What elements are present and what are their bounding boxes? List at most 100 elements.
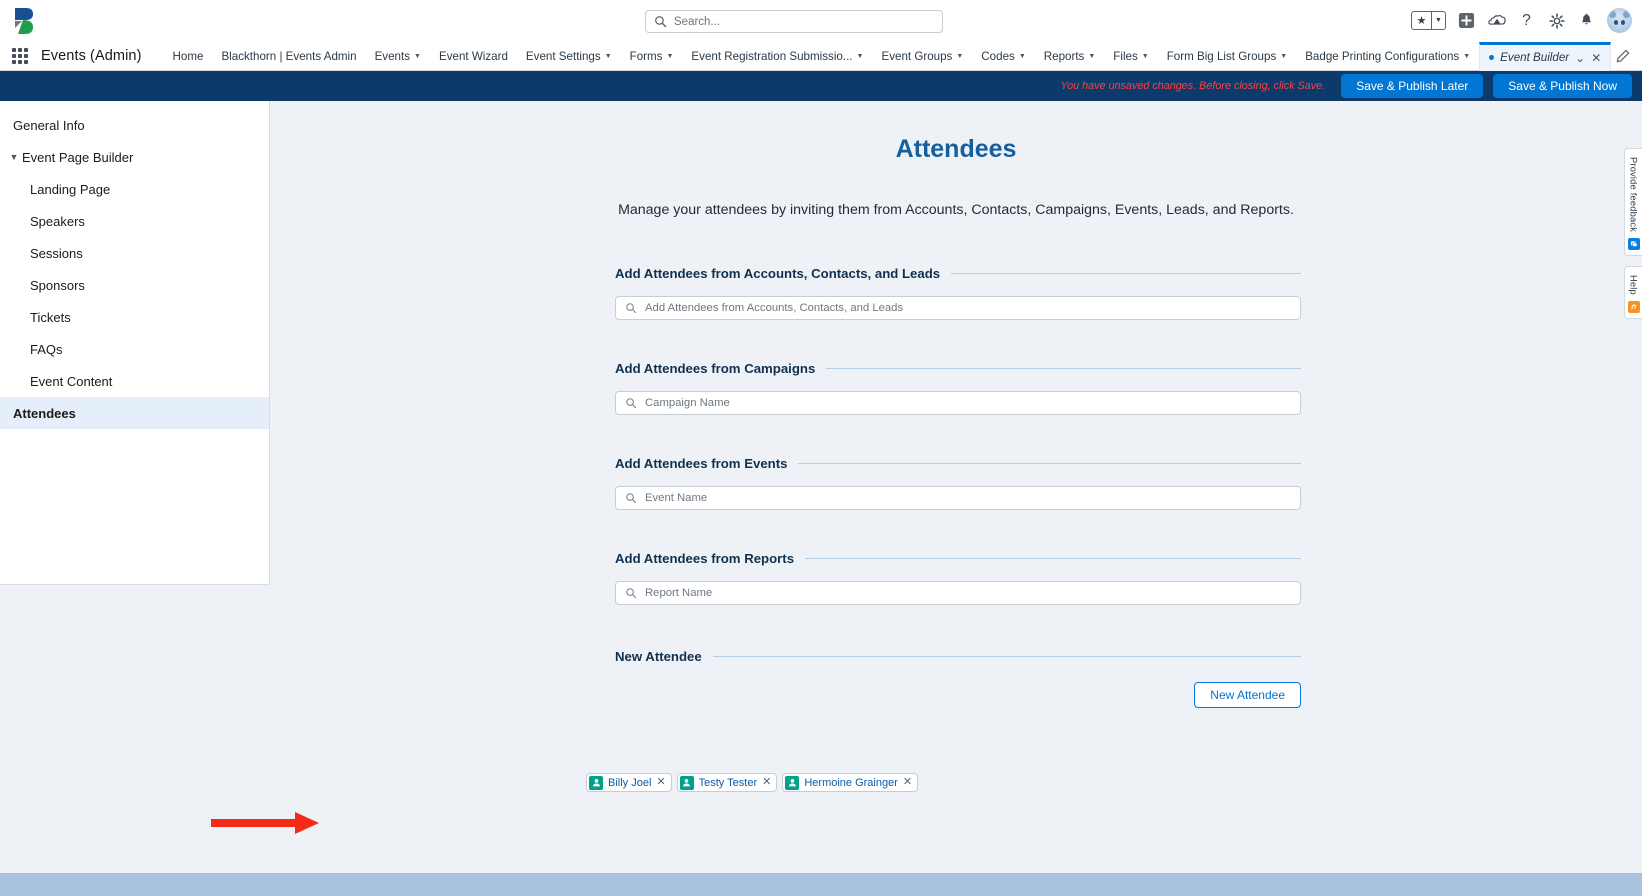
event-lookup-input[interactable]: Event Name [615, 486, 1301, 510]
nav-item-event-wizard[interactable]: Event Wizard [430, 42, 517, 71]
attendee-pill[interactable]: Hermoine Grainger ✕ [782, 773, 919, 792]
search-icon [626, 588, 637, 599]
favorites-star-icon[interactable]: ★ [1412, 12, 1431, 29]
nav-item-label: Forms [629, 49, 663, 63]
nav-item-label: Event Wizard [438, 49, 508, 63]
section-reports: Add Attendees from Reports Report Name [270, 551, 1642, 605]
sidebar-item-landing-page[interactable]: Landing Page [0, 173, 269, 205]
pencil-icon[interactable] [1616, 49, 1630, 68]
nav-item-label: Events [374, 49, 411, 63]
section-heading: Add Attendees from Reports [615, 551, 795, 566]
nav-item-list: Home Blackthorn | Events Admin Events ▼ E… [164, 41, 1612, 71]
global-search-box[interactable]: Search... [645, 10, 943, 33]
nav-item-event-groups[interactable]: Event Groups ▼ [872, 42, 972, 71]
attendee-pill[interactable]: Testy Tester ✕ [676, 773, 778, 792]
sidebar-item-label: General Info [13, 117, 85, 133]
sidebar-item-tickets[interactable]: Tickets [0, 301, 269, 333]
nav-item-blackthorn-events-admin[interactable]: Blackthorn | Events Admin [212, 42, 365, 71]
help-tab[interactable]: Help [1624, 266, 1642, 319]
sidebar-item-label: Attendees [13, 405, 76, 421]
section-heading: Add Attendees from Campaigns [615, 361, 816, 376]
report-lookup-input[interactable]: Report Name [615, 581, 1301, 605]
favorites-dropdown-icon[interactable]: ▼ [1431, 12, 1445, 29]
nav-item-label: Event Groups [881, 49, 953, 63]
section-campaigns: Add Attendees from Campaigns Campaign Na… [270, 361, 1642, 415]
sidebar-item-faqs[interactable]: FAQs [0, 333, 269, 365]
nav-item-event-settings[interactable]: Event Settings ▼ [517, 42, 621, 71]
accounts-contacts-leads-lookup-input[interactable]: Add Attendees from Accounts, Contacts, a… [615, 296, 1301, 320]
add-icon[interactable] [1457, 11, 1476, 30]
new-attendee-button[interactable]: New Attendee [1194, 682, 1301, 708]
remove-attendee-icon[interactable]: ✕ [762, 777, 771, 788]
nav-item-label: Home [172, 49, 204, 63]
nav-item-codes[interactable]: Codes ▼ [972, 42, 1034, 71]
help-question-icon[interactable]: ? [1517, 11, 1536, 30]
attendee-pill[interactable]: Billy Joel ✕ [586, 773, 672, 792]
unsaved-changes-warning: You have unsaved changes. Before closing… [1060, 80, 1326, 92]
section-header: Add Attendees from Reports [615, 551, 1301, 566]
sidebar-item-label: Event Page Builder [22, 149, 134, 165]
sidebar-item-sponsors[interactable]: Sponsors [0, 269, 269, 301]
global-search-placeholder: Search... [674, 15, 721, 28]
chevron-down-icon: ▼ [1280, 53, 1288, 60]
nav-item-label: Form Big List Groups [1166, 49, 1277, 63]
save-and-publish-now-button[interactable]: Save & Publish Now [1493, 74, 1632, 98]
notifications-bell-icon[interactable] [1577, 11, 1596, 30]
nav-item-label: Codes [981, 49, 1015, 63]
provide-feedback-label: Provide feedback [1628, 157, 1639, 233]
nav-item-home[interactable]: Home [164, 42, 213, 71]
sidebar-item-label: FAQs [30, 341, 63, 357]
provide-feedback-tab[interactable]: Provide feedback [1624, 148, 1642, 257]
section-divider [951, 273, 1301, 274]
chevron-down-icon: ▼ [956, 53, 964, 60]
nav-item-form-big-list-groups[interactable]: Form Big List Groups ▼ [1158, 42, 1296, 71]
sidebar-item-label: Sponsors [30, 277, 85, 293]
section-header: Add Attendees from Campaigns [615, 361, 1301, 376]
sidebar-item-label: Sessions [30, 245, 83, 261]
user-avatar[interactable] [1607, 8, 1632, 33]
favorites-control[interactable]: ★ ▼ [1411, 11, 1446, 30]
page-root: Search... ★ ▼ ? Events (Admin) Home Blac… [0, 0, 1642, 896]
avatar-ear-left [1609, 11, 1616, 18]
sidebar-item-attendees[interactable]: Attendees [0, 397, 269, 429]
help-label: Help [1628, 275, 1639, 295]
chevron-down-icon[interactable]: ▼ [6, 152, 22, 162]
app-launcher-cloud-icon[interactable] [1487, 11, 1506, 30]
save-and-publish-later-button[interactable]: Save & Publish Later [1341, 74, 1484, 98]
section-new-attendee: New Attendee [270, 649, 1642, 664]
search-icon [626, 303, 637, 314]
section-events: Add Attendees from Events Event Name [270, 456, 1642, 510]
nav-item-events[interactable]: Events ▼ [366, 42, 430, 71]
app-navigation-bar: Events (Admin) Home Blackthorn | Events … [0, 41, 1642, 71]
sidebar-item-general-info[interactable]: General Info [0, 109, 269, 141]
nav-item-files[interactable]: Files ▼ [1104, 42, 1157, 71]
person-icon [589, 775, 603, 790]
sidebar-item-event-page-builder[interactable]: ▼ Event Page Builder [0, 141, 269, 173]
section-divider [798, 463, 1301, 464]
lookup-placeholder: Report Name [645, 587, 713, 599]
nav-item-forms[interactable]: Forms ▼ [621, 42, 683, 71]
chevron-down-icon: ▼ [856, 53, 864, 60]
sidebar-item-event-content[interactable]: Event Content [0, 365, 269, 397]
section-divider [712, 656, 1301, 657]
campaign-lookup-input[interactable]: Campaign Name [615, 391, 1301, 415]
nav-item-label: Blackthorn | Events Admin [221, 49, 357, 63]
nav-item-reports[interactable]: Reports ▼ [1035, 42, 1105, 71]
remove-attendee-icon[interactable]: ✕ [656, 777, 665, 788]
nav-item-label: Files [1113, 49, 1138, 63]
sidebar-item-label: Event Content [30, 373, 113, 389]
new-attendee-row: New Attendee [270, 682, 1642, 708]
attendee-pill-name: Testy Tester [698, 776, 758, 789]
app-launcher-waffle-icon[interactable] [11, 47, 29, 65]
blackthorn-b-logo[interactable] [9, 4, 43, 38]
section-divider [805, 558, 1301, 559]
setup-gear-icon[interactable] [1547, 11, 1566, 30]
tab-event-builder[interactable]: Event Builder ⌄ ✕ [1479, 41, 1612, 71]
nav-item-badge-printing-configurations[interactable]: Badge Printing Configurations ▼ [1296, 42, 1479, 71]
nav-item-event-registration-submissions[interactable]: Event Registration Submissio... ▼ [682, 42, 872, 71]
remove-attendee-icon[interactable]: ✕ [903, 777, 912, 788]
chevron-down-icon[interactable]: ⌄ [1575, 51, 1585, 65]
close-icon[interactable]: ✕ [1591, 51, 1601, 65]
sidebar-item-speakers[interactable]: Speakers [0, 205, 269, 237]
sidebar-item-sessions[interactable]: Sessions [0, 237, 269, 269]
